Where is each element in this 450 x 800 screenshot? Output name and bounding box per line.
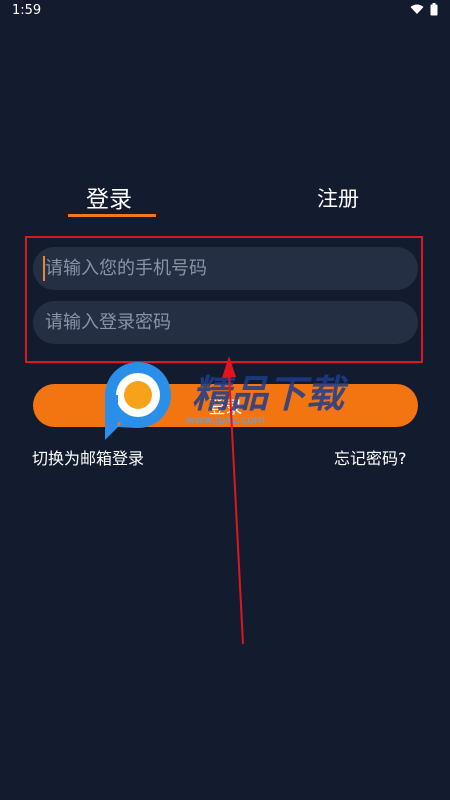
watermark-text: 精品下载	[192, 372, 349, 416]
tab-login[interactable]: 登录	[86, 180, 132, 214]
phone-input[interactable]	[33, 247, 418, 290]
tab-register[interactable]: 注册	[317, 183, 359, 213]
tab-login-underline	[68, 214, 156, 217]
status-icons	[410, 3, 438, 16]
forgot-password-link[interactable]: 忘记密码?	[334, 445, 407, 469]
text-cursor	[43, 256, 45, 281]
battery-icon	[430, 3, 438, 16]
status-time: 1:59	[12, 3, 42, 18]
switch-email-login-link[interactable]: 切换为邮箱登录	[32, 445, 144, 469]
password-input[interactable]	[33, 301, 418, 344]
status-bar: 1:59	[0, 0, 450, 24]
watermark-url: www.jpxz.com	[186, 413, 265, 426]
wifi-icon	[410, 4, 424, 15]
watermark: 精品下载 www.jpxz.com	[100, 355, 360, 445]
watermark-logo-icon: 精品下载 www.jpxz.com	[105, 362, 349, 440]
